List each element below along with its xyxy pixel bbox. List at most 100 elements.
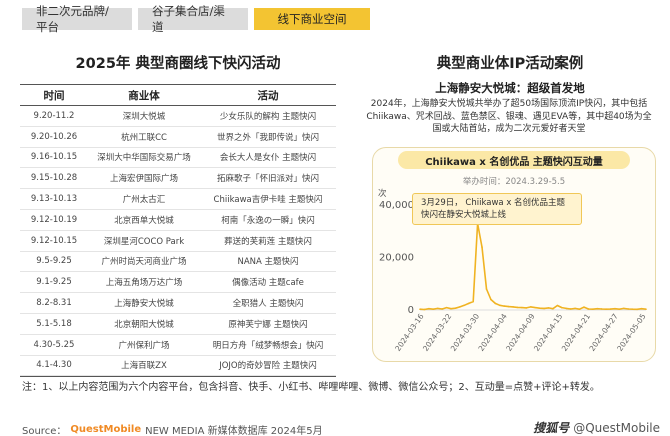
case-title: 上海静安大悦城：超级首发地	[435, 81, 585, 95]
data-point	[600, 308, 603, 310]
cell-venue: 上海宏伊国际广场	[109, 174, 178, 185]
data-point	[574, 307, 576, 310]
table-header: 时间 商业体 活动	[20, 84, 336, 106]
data-point	[481, 246, 483, 248]
data-point	[618, 308, 621, 311]
launch-callout: 3月29日， Chiikawa x 名创优品主题快闪在静安大悦城上线	[412, 193, 582, 225]
cell-venue: 广州时尚天河商业广场	[101, 257, 187, 268]
cell-venue: 北京朝阳大悦城	[114, 319, 174, 330]
source-brand: QuestMobile	[70, 424, 142, 435]
data-point	[454, 307, 457, 309]
cell-time: 4.1-4.30	[36, 360, 72, 371]
data-point	[472, 300, 474, 303]
table-row: 9.12-10.15 深圳星河COCO Park 葬送的芙莉莲 主题快闪	[20, 231, 336, 252]
cell-activity: Chiikawa吉伊卡哇 主题快闪	[213, 195, 323, 206]
data-point	[631, 308, 634, 311]
cell-time: 9.15-10.28	[30, 173, 78, 184]
col-header-venue: 商业体	[128, 89, 160, 102]
col-header-time: 时间	[43, 89, 65, 102]
source-detail: NEW MEDIA 新媒体数据库 2024年5月	[145, 426, 323, 436]
cell-activity: 偶像活动 主题cafe	[232, 278, 304, 289]
data-point	[419, 308, 421, 311]
data-point	[436, 307, 439, 310]
table-body: 9.20-11.2 深圳大悦城 少女乐队的解构 主题快闪 9.20-10.26 杭州工联…	[20, 106, 336, 377]
cell-venue: 深圳大悦城	[122, 111, 166, 122]
data-point	[614, 307, 616, 310]
cell-time: 4.30-5.25	[33, 339, 75, 350]
cell-activity: 明日方舟「绒梦畅想会」快闪	[212, 340, 324, 351]
brand-watermark: 搜狐号 @QuestMobile	[533, 419, 660, 436]
data-point	[640, 307, 643, 310]
footnote: 注：1、以上内容范围为六个内容平台，包含抖音、快手、小红书、哔哩哔哩、微博、微信…	[22, 382, 600, 393]
table-row: 9.5-9.25 广州时尚天河商业广场 NANA 主题快闪	[20, 252, 336, 273]
data-point	[627, 308, 630, 310]
table-row: 9.12-10.19 北京西单大悦城 柯南「永逸の一瞬」快闪	[20, 210, 336, 231]
data-point	[512, 306, 514, 308]
data-point	[538, 307, 541, 309]
data-point	[623, 307, 625, 310]
table-row: 9.1-9.25 上海五角场万达广场 偶像活动 主题cafe	[20, 272, 336, 294]
cell-time: 9.13-10.13	[30, 194, 78, 205]
data-point	[494, 302, 497, 305]
cell-activity: JOJO的奇妙冒险 主题快闪	[219, 361, 317, 372]
cell-venue: 杭州工联CC	[121, 132, 167, 143]
data-point	[547, 307, 550, 309]
cell-venue: 广州保利广场	[118, 340, 170, 351]
cell-venue: 深圳星河COCO Park	[103, 236, 185, 247]
col-header-activity: 活动	[257, 89, 279, 102]
table-row: 9.20-11.2 深圳大悦城 少女乐队的解构 主题快闪	[20, 106, 336, 127]
data-point	[459, 306, 461, 308]
cell-venue: 上海百联ZX	[121, 361, 167, 372]
tab-non-acg-brands[interactable]: 非二次元品牌/平台	[22, 4, 132, 34]
data-point	[587, 308, 590, 310]
table-row: 5.1-5.18 北京朝阳大悦城 原神芙宁娜 主题快闪	[20, 314, 336, 335]
cell-time: 9.16-10.15	[30, 152, 78, 163]
tab-bar: 非二次元品牌/平台 谷子集合店/渠道 线下商业空间	[22, 4, 370, 34]
cell-venue: 上海五角场万达广场	[105, 278, 183, 289]
cell-activity: 少女乐队的解构 主题快闪	[219, 111, 317, 122]
cell-activity: 拓麻歌子「怀旧派对」快闪	[216, 174, 319, 185]
left-section-title: 2025年 典型商圈线下快闪活动	[75, 56, 281, 72]
cell-activity: NANA 主题快闪	[237, 257, 299, 268]
tab-offline-commercial-space[interactable]: 线下商业空间	[254, 8, 370, 30]
data-point	[609, 308, 612, 310]
data-point	[525, 307, 528, 309]
cell-time: 9.12-10.19	[30, 214, 78, 225]
table-row: 4.30-5.25 广州保利广场 明日方舟「绒梦畅想会」快闪	[20, 335, 336, 356]
cell-time: 9.20-11.2	[33, 110, 75, 121]
data-point	[428, 307, 430, 310]
y-tick-label: 0	[408, 305, 414, 316]
data-point	[552, 307, 554, 310]
chart-header-pill: Chiikawa x 名创优品 主题快闪互动量	[398, 151, 630, 169]
table-row: 9.15-10.28 上海宏伊国际广场 拓麻歌子「怀旧派对」快闪	[20, 168, 336, 190]
cell-activity: 原神芙宁娜 主题快闪	[228, 319, 308, 330]
data-point	[450, 307, 452, 310]
data-point	[561, 306, 563, 309]
data-point	[636, 308, 638, 311]
cell-time: 8.2-8.31	[36, 298, 72, 309]
cell-activity: 全职猎人 主题快闪	[232, 299, 304, 310]
cell-time: 9.12-10.15	[30, 235, 78, 246]
data-point	[529, 306, 532, 308]
y-tick-label: 20,000	[379, 253, 414, 264]
cell-activity: 会长大人是女仆 主题快闪	[219, 153, 317, 164]
cell-activity: 世界之外「我即传说」快闪	[216, 132, 319, 143]
data-point	[423, 308, 426, 311]
data-point	[490, 298, 492, 301]
cell-time: 5.1-5.18	[36, 318, 72, 329]
cell-venue: 上海静安大悦城	[114, 299, 174, 310]
data-point	[565, 307, 568, 310]
data-point	[485, 288, 488, 290]
data-point	[645, 308, 647, 311]
table-row: 4.1-4.30 上海百联ZX JOJO的奇妙冒险 主题快闪	[20, 356, 336, 377]
source-label: Source：	[22, 426, 67, 436]
x-tick-label: 2024-05-05	[615, 312, 648, 353]
data-point	[432, 308, 435, 311]
table-row: 8.2-8.31 上海静安大悦城 全职猎人 主题快闪	[20, 293, 336, 314]
y-tick-label: 40,000	[379, 200, 414, 211]
data-point	[516, 306, 519, 309]
data-point	[463, 304, 466, 307]
tab-goods-stores[interactable]: 谷子集合店/渠道	[138, 4, 248, 34]
cell-venue: 深圳大中华国际交易广场	[97, 153, 191, 164]
cell-time: 9.5-9.25	[36, 256, 72, 267]
